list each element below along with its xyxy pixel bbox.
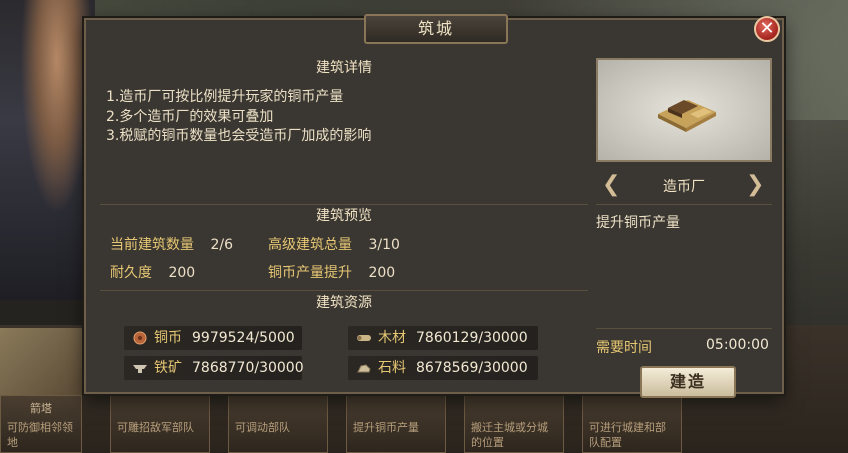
building-preview-image bbox=[596, 58, 772, 162]
copper-boost-label: 铜币产量提升 bbox=[268, 265, 352, 281]
background-slot: 可调动部队 bbox=[228, 395, 328, 453]
resource-copper: 铜币 9979524/5000 bbox=[124, 326, 302, 350]
build-button[interactable]: 建造 bbox=[640, 366, 736, 398]
building-side-panel: ❮ 造币厂 ❯ 提升铜币产量 需要时间 05:00:00 建造 bbox=[596, 58, 774, 398]
build-city-dialog: 筑城 ✕ 建筑详情 1.造币厂可按比例提升玩家的铜币产量 2.多个造币厂的效果可… bbox=[84, 14, 784, 398]
time-value: 05:00:00 bbox=[706, 337, 769, 353]
copper-boost-stat: 铜币产量提升 200 bbox=[268, 262, 395, 282]
advanced-total-stat: 高级建筑总量 3/10 bbox=[268, 234, 400, 254]
background-building-thumbnail bbox=[0, 328, 82, 398]
wood-icon bbox=[357, 335, 371, 341]
resource-iron: 铁矿 7868770/30000 bbox=[124, 356, 304, 380]
building-info-panel: 建筑详情 1.造币厂可按比例提升玩家的铜币产量 2.多个造币厂的效果可叠加 3.… bbox=[100, 54, 588, 392]
resource-value: 7868770/30000 bbox=[192, 360, 304, 376]
background-slot-title: 箭塔 bbox=[30, 402, 52, 415]
mint-building-icon bbox=[658, 100, 716, 132]
stone-icon bbox=[357, 364, 371, 373]
resource-stone: 石料 8678569/30000 bbox=[348, 356, 538, 380]
durability-label: 耐久度 bbox=[110, 265, 152, 281]
divider bbox=[596, 204, 772, 205]
current-count-value: 2/6 bbox=[210, 237, 233, 253]
advanced-total-label: 高级建筑总量 bbox=[268, 237, 352, 253]
details-line: 1.造币厂可按比例提升玩家的铜币产量 bbox=[106, 89, 344, 105]
resources-header: 建筑资源 bbox=[316, 295, 372, 311]
background-slot-arrow-tower: 箭塔 可防御相邻领地 bbox=[0, 395, 82, 453]
coin-icon bbox=[133, 331, 147, 345]
copper-boost-value: 200 bbox=[368, 265, 396, 281]
next-building-icon[interactable]: ❯ bbox=[746, 174, 764, 196]
resource-label: 石料 bbox=[378, 360, 406, 376]
background-slot-desc: 可调动部队 bbox=[235, 421, 290, 434]
background-slot-desc: 可进行城建和部队配置 bbox=[589, 421, 666, 449]
current-count-stat: 当前建筑数量 2/6 bbox=[110, 234, 233, 254]
background-slot-desc: 可防御相邻领地 bbox=[7, 421, 73, 449]
iron-icon bbox=[133, 365, 147, 373]
details-line: 3.税赋的铜币数量也会受造币厂加成的影响 bbox=[106, 128, 372, 144]
background-slot: 可雕招敌军部队 bbox=[110, 395, 210, 453]
current-count-label: 当前建筑数量 bbox=[110, 237, 194, 253]
preview-header: 建筑预览 bbox=[316, 208, 372, 224]
details-line: 2.多个造币厂的效果可叠加 bbox=[106, 108, 274, 125]
advanced-total-value: 3/10 bbox=[368, 237, 400, 253]
background-slot: 提升铜币产量 bbox=[346, 395, 446, 453]
dialog-title: 筑城 bbox=[364, 14, 508, 44]
background-slot-desc: 可雕招敌军部队 bbox=[117, 421, 194, 434]
resource-label: 木材 bbox=[378, 330, 406, 346]
building-effect: 提升铜币产量 bbox=[596, 215, 680, 231]
resource-wood: 木材 7860129/30000 bbox=[348, 326, 538, 350]
resource-value: 8678569/30000 bbox=[416, 360, 528, 376]
resource-label: 铁矿 bbox=[154, 360, 182, 376]
details-header: 建筑详情 bbox=[316, 60, 372, 76]
resource-value: 7860129/30000 bbox=[416, 330, 528, 346]
time-label: 需要时间 bbox=[596, 340, 652, 356]
background-slot: 可进行城建和部队配置 bbox=[582, 395, 682, 453]
divider bbox=[596, 328, 772, 329]
durability-value: 200 bbox=[168, 265, 196, 281]
details-text: 1.造币厂可按比例提升玩家的铜币产量 2.多个造币厂的效果可叠加 3.税赋的铜币… bbox=[106, 88, 371, 147]
close-icon[interactable]: ✕ bbox=[754, 16, 780, 42]
background-slot-desc: 搬迁主城或分城的位置 bbox=[471, 421, 548, 449]
background-slot: 搬迁主城或分城的位置 bbox=[464, 395, 564, 453]
background-slot-desc: 提升铜币产量 bbox=[353, 421, 419, 434]
durability-stat: 耐久度 200 bbox=[110, 262, 195, 282]
resource-value: 9979524/5000 bbox=[192, 330, 295, 346]
general-portrait bbox=[0, 0, 95, 300]
resource-label: 铜币 bbox=[154, 330, 182, 346]
